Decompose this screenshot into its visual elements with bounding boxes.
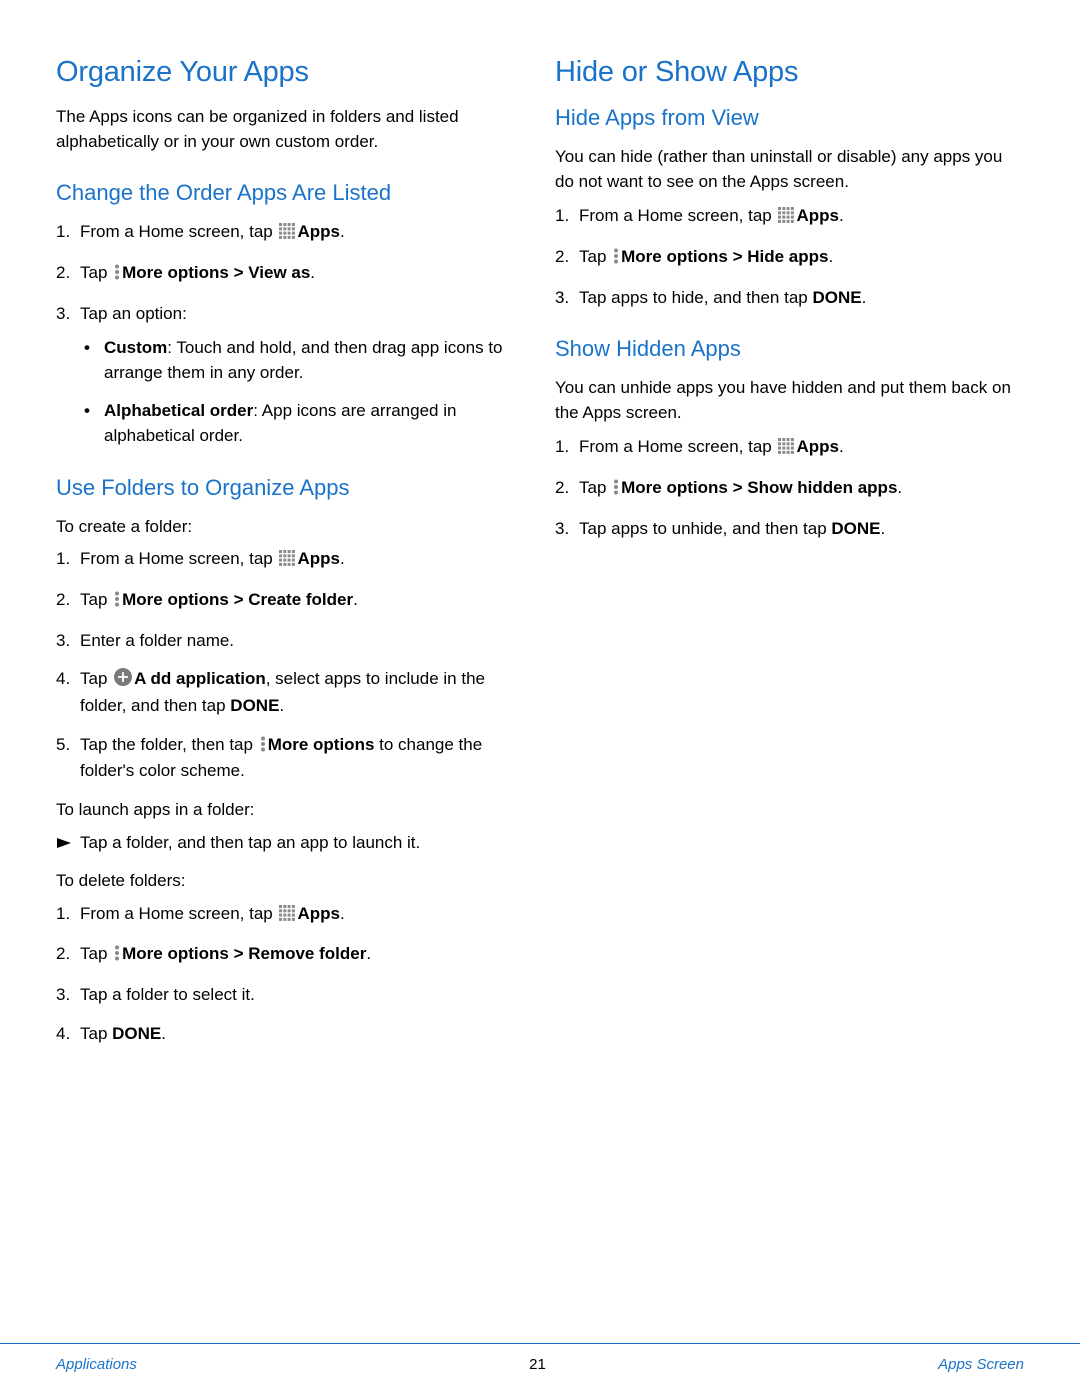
apps-grid-icon — [778, 206, 794, 231]
step: From a Home screen, tap Apps. — [80, 547, 525, 574]
steps-change-order: From a Home screen, tap Apps. Tap More o… — [56, 220, 525, 448]
step: Tap a folder to select it. — [80, 983, 525, 1008]
more-options-icon — [260, 735, 266, 760]
right-column: Hide or Show Apps Hide Apps from View Yo… — [555, 56, 1024, 1060]
apps-grid-icon — [778, 437, 794, 462]
step: Tap More options > View as. — [80, 261, 525, 288]
footer-left: Applications — [56, 1356, 137, 1373]
step: Enter a folder name. — [80, 629, 525, 654]
option-list: Custom: Touch and hold, and then drag ap… — [80, 336, 525, 449]
heading-change-order: Change the Order Apps Are Listed — [56, 180, 525, 206]
steps-hide-apps: From a Home screen, tap Apps. Tap More o… — [555, 204, 1024, 310]
step: Tap apps to hide, and then tap DONE. — [579, 286, 1024, 311]
heading-show-hidden-apps: Show Hidden Apps — [555, 336, 1024, 362]
step: Tap More options > Show hidden apps. — [579, 476, 1024, 503]
list-item: Custom: Touch and hold, and then drag ap… — [104, 336, 525, 385]
heading-use-folders: Use Folders to Organize Apps — [56, 475, 525, 501]
subheading-create-folder: To create a folder: — [56, 515, 525, 540]
footer-page-number: 21 — [529, 1356, 546, 1373]
step: Tap More options > Create folder. — [80, 588, 525, 615]
steps-show-hidden-apps: From a Home screen, tap Apps. Tap More o… — [555, 435, 1024, 541]
step: From a Home screen, tap Apps. — [80, 902, 525, 929]
heading-hide-show-apps: Hide or Show Apps — [555, 56, 1024, 89]
plus-circle-icon — [114, 668, 132, 694]
launch-instruction: Tap a folder, and then tap an app to lau… — [56, 831, 525, 856]
steps-create-folder: From a Home screen, tap Apps. Tap More o… — [56, 547, 525, 783]
step: Tap More options > Hide apps. — [579, 245, 1024, 272]
list-item: Alphabetical order: App icons are arrang… — [104, 399, 525, 448]
steps-delete-folder: From a Home screen, tap Apps. Tap More o… — [56, 902, 525, 1047]
more-options-icon — [114, 590, 120, 615]
step: From a Home screen, tap Apps. — [579, 435, 1024, 462]
more-options-icon — [114, 263, 120, 288]
apps-grid-icon — [279, 549, 295, 574]
more-options-icon — [114, 944, 120, 969]
step: From a Home screen, tap Apps. — [80, 220, 525, 247]
heading-organize-apps: Organize Your Apps — [56, 56, 525, 89]
more-options-icon — [613, 247, 619, 272]
step: Tap More options > Remove folder. — [80, 942, 525, 969]
arrow-right-icon — [56, 831, 72, 856]
subheading-launch-folder: To launch apps in a folder: — [56, 798, 525, 823]
hide-intro: You can hide (rather than uninstall or d… — [555, 145, 1024, 194]
step: Tap an option: Custom: Touch and hold, a… — [80, 302, 525, 449]
step: Tap DONE. — [80, 1022, 525, 1047]
step: Tap A dd application, select apps to inc… — [80, 667, 525, 718]
footer-right: Apps Screen — [938, 1356, 1024, 1373]
step: Tap the folder, then tap More options to… — [80, 733, 525, 784]
step: Tap apps to unhide, and then tap DONE. — [579, 517, 1024, 542]
more-options-icon — [613, 478, 619, 503]
page-content: Organize Your Apps The Apps icons can be… — [0, 0, 1080, 1060]
intro-text: The Apps icons can be organized in folde… — [56, 105, 525, 154]
apps-grid-icon — [279, 904, 295, 929]
apps-grid-icon — [279, 222, 295, 247]
subheading-delete-folder: To delete folders: — [56, 869, 525, 894]
left-column: Organize Your Apps The Apps icons can be… — [56, 56, 525, 1060]
step: From a Home screen, tap Apps. — [579, 204, 1024, 231]
page-footer: Applications 21 Apps Screen — [0, 1343, 1080, 1397]
heading-hide-apps: Hide Apps from View — [555, 105, 1024, 131]
show-intro: You can unhide apps you have hidden and … — [555, 376, 1024, 425]
